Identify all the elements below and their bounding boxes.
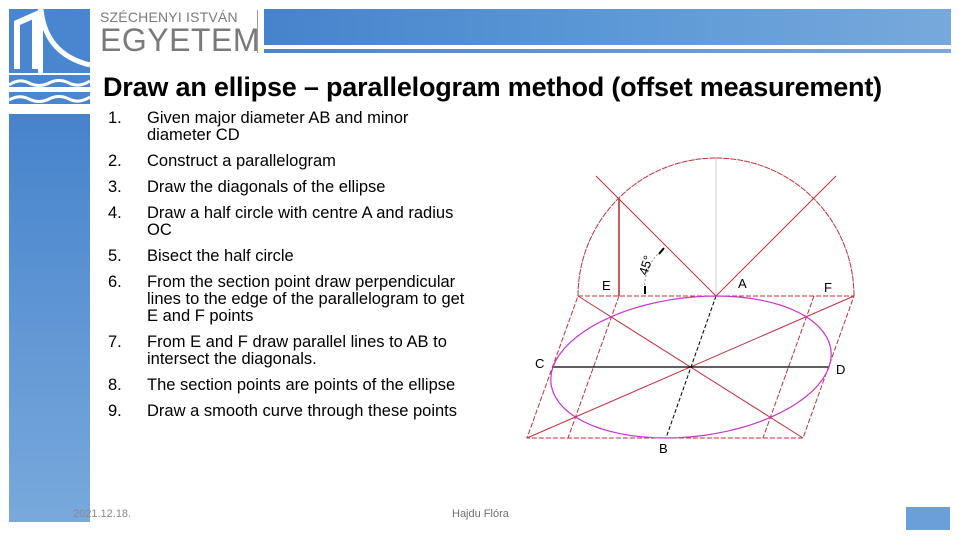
label-e: E xyxy=(602,278,611,293)
label-f: F xyxy=(824,280,832,295)
ellipse-construction-diagram: 45° A B C D E F xyxy=(526,157,855,456)
label-d: D xyxy=(836,362,845,377)
bisector-line-left xyxy=(595,175,717,297)
bisector-line-right xyxy=(715,175,837,297)
footer-date: 2021.12.18. xyxy=(73,508,132,520)
label-b: B xyxy=(659,441,668,456)
footer-author: Hajdu Flóra xyxy=(452,508,509,520)
label-a: A xyxy=(738,276,747,291)
angle-label: 45° xyxy=(636,254,656,277)
corner-decoration xyxy=(906,507,950,530)
angle-arrow-upper xyxy=(658,247,665,255)
label-c: C xyxy=(535,356,544,371)
